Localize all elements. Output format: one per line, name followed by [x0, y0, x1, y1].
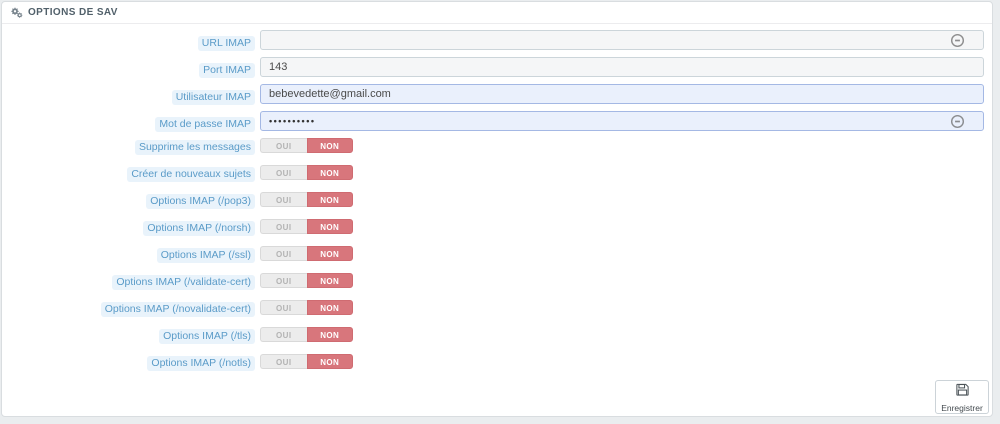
- password-manager-icon[interactable]: [950, 33, 965, 48]
- field-label: Options IMAP (/ssl): [156, 247, 255, 263]
- switch-oui-option[interactable]: OUI: [260, 192, 307, 207]
- text-input[interactable]: [260, 30, 984, 50]
- options-panel: OPTIONS DE SAV URL IMAP Port IMAP 143 Ut…: [1, 1, 993, 417]
- form-row: Port IMAP: [2, 57, 992, 78]
- field-label: Port IMAP: [199, 63, 255, 78]
- form-row: Options IMAP (/tls) OUI NON: [2, 327, 992, 344]
- form-row: Mot de passe IMAP: [2, 111, 992, 132]
- yes-no-switch: OUI NON: [260, 273, 353, 288]
- form-row: Options IMAP (/novalidate-cert) OUI NON: [2, 300, 992, 317]
- yes-no-switch: OUI NON: [260, 300, 353, 315]
- field-label: Options IMAP (/norsh): [143, 220, 255, 236]
- switch-oui-option[interactable]: OUI: [260, 327, 307, 342]
- sav-options-page: OPTIONS DE SAV URL IMAP Port IMAP 143 Ut…: [0, 0, 1000, 424]
- switch-oui-option[interactable]: OUI: [260, 273, 307, 288]
- field-label: URL IMAP: [197, 36, 255, 51]
- cogs-icon: [10, 7, 23, 19]
- switch-non-option[interactable]: NON: [306, 246, 353, 261]
- yes-no-switch: OUI NON: [260, 219, 353, 234]
- form-row: Supprime les messages OUI NON: [2, 138, 992, 155]
- form-row: Options IMAP (/pop3) OUI NON: [2, 192, 992, 209]
- switch-non-option[interactable]: NON: [306, 327, 353, 342]
- switch-oui-option[interactable]: OUI: [260, 138, 307, 153]
- text-input[interactable]: [260, 111, 984, 131]
- switch-oui-option[interactable]: OUI: [260, 354, 307, 369]
- save-button[interactable]: Enregistrer: [935, 380, 989, 414]
- switch-non-option[interactable]: NON: [306, 273, 353, 288]
- yes-no-switch: OUI NON: [260, 165, 353, 180]
- switch-oui-option[interactable]: OUI: [260, 300, 307, 315]
- floppy-disk-icon: [955, 382, 970, 402]
- switch-oui-option[interactable]: OUI: [260, 219, 307, 234]
- field-label: Options IMAP (/notls): [147, 355, 255, 371]
- field-label: Supprime les messages: [134, 139, 255, 155]
- form-row: Options IMAP (/ssl) OUI NON: [2, 246, 992, 263]
- switch-oui-option[interactable]: OUI: [260, 246, 307, 261]
- yes-no-switch: OUI NON: [260, 246, 353, 261]
- switch-oui-option[interactable]: OUI: [260, 165, 307, 180]
- text-field-rows: URL IMAP Port IMAP 143 Utilisateur IMAP …: [2, 30, 992, 132]
- panel-title: OPTIONS DE SAV: [28, 7, 118, 18]
- text-input[interactable]: [260, 57, 984, 77]
- form-row: Options IMAP (/norsh) OUI NON: [2, 219, 992, 236]
- yes-no-switch: OUI NON: [260, 192, 353, 207]
- form-row: URL IMAP: [2, 30, 992, 51]
- switch-non-option[interactable]: NON: [306, 165, 353, 180]
- field-label: Options IMAP (/validate-cert): [112, 274, 255, 290]
- field-label: Créer de nouveaux sujets: [127, 166, 255, 182]
- yes-no-switch: OUI NON: [260, 354, 353, 369]
- field-label: Mot de passe IMAP: [155, 117, 255, 132]
- form-row: Utilisateur IMAP: [2, 84, 992, 105]
- password-manager-icon[interactable]: [950, 114, 965, 129]
- switch-non-option[interactable]: NON: [306, 354, 353, 369]
- switch-non-option[interactable]: NON: [306, 300, 353, 315]
- save-button-label: Enregistrer: [941, 402, 983, 413]
- switch-non-option[interactable]: NON: [306, 138, 353, 153]
- field-label: Options IMAP (/pop3): [146, 193, 255, 209]
- imap-settings-form: URL IMAP Port IMAP 143 Utilisateur IMAP …: [2, 24, 992, 371]
- field-label: Utilisateur IMAP: [171, 90, 255, 105]
- text-input[interactable]: [260, 84, 984, 104]
- field-label: Options IMAP (/tls): [159, 328, 255, 344]
- form-row: Créer de nouveaux sujets OUI NON: [2, 165, 992, 182]
- switch-field-rows: Supprime les messages OUI NON Créer de n…: [2, 138, 992, 371]
- switch-non-option[interactable]: NON: [306, 192, 353, 207]
- switch-non-option[interactable]: NON: [306, 219, 353, 234]
- field-label: Options IMAP (/novalidate-cert): [100, 301, 255, 317]
- panel-header: OPTIONS DE SAV: [2, 2, 992, 24]
- yes-no-switch: OUI NON: [260, 138, 353, 153]
- form-row: Options IMAP (/notls) OUI NON: [2, 354, 992, 371]
- yes-no-switch: OUI NON: [260, 327, 353, 342]
- form-row: Options IMAP (/validate-cert) OUI NON: [2, 273, 992, 290]
